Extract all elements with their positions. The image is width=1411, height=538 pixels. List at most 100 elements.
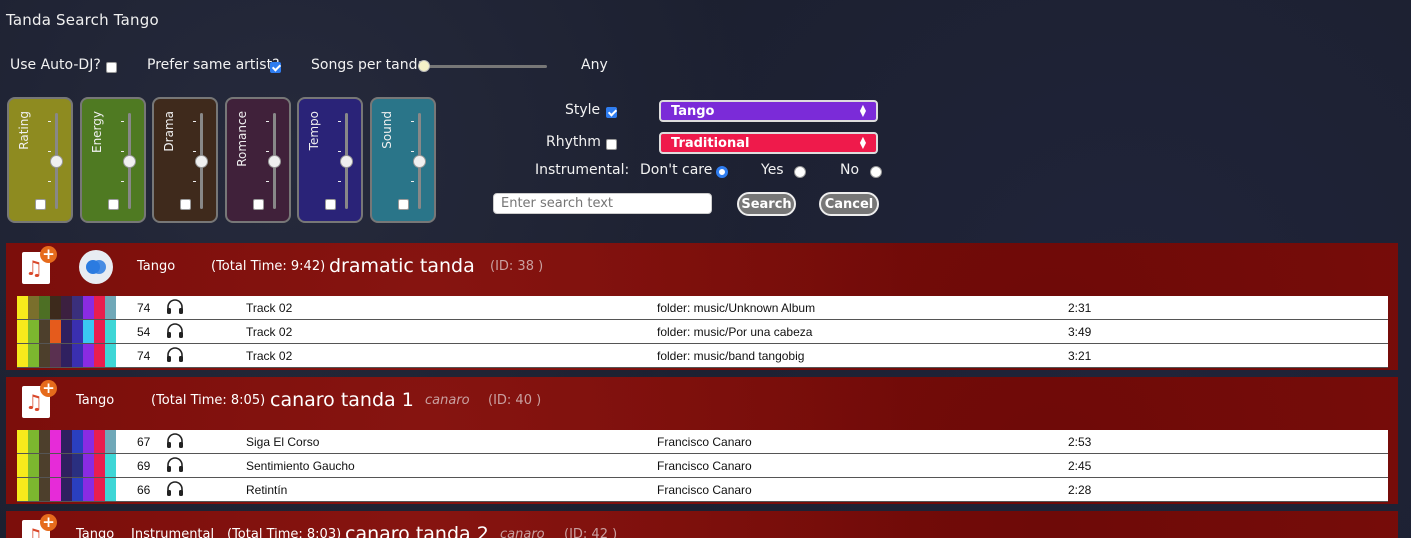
track-artist: Francisco Canaro	[657, 483, 752, 497]
instrumental-radio-yes[interactable]	[794, 166, 806, 178]
track-artist: folder: music/Por una cabeza	[657, 325, 813, 339]
mood-swatch	[50, 454, 61, 477]
slider-tick	[48, 151, 51, 152]
mood-slider-handle[interactable]	[267, 155, 281, 168]
mood-card-checkbox[interactable]	[397, 199, 409, 210]
mood-card-checkbox[interactable]	[252, 199, 264, 210]
headphones-icon[interactable]	[166, 347, 184, 363]
mood-slider-handle[interactable]	[412, 155, 426, 168]
track-duration: 2:53	[1068, 435, 1092, 449]
rhythm-label: Rhythm	[546, 134, 601, 150]
mood-swatch	[105, 454, 116, 477]
slider-tick	[338, 181, 341, 182]
instrumental-radio-no[interactable]	[870, 166, 882, 178]
mood-swatch	[94, 478, 105, 501]
rhythm-select-value: Traditional	[671, 135, 750, 151]
tanda-id: (ID: 40 )	[488, 393, 542, 408]
track-rating: 66	[137, 483, 151, 497]
tanda-name[interactable]: canaro tanda 2	[345, 523, 489, 538]
headphones-icon[interactable]	[166, 481, 184, 497]
mood-card-label: Drama	[162, 111, 176, 152]
mood-swatch	[105, 296, 116, 319]
search-input[interactable]	[493, 193, 712, 214]
prefer-artist-checkbox[interactable]	[270, 62, 281, 73]
cancel-button[interactable]: Cancel	[819, 192, 879, 216]
mood-swatch	[17, 430, 28, 453]
mood-swatch	[72, 454, 83, 477]
mood-swatch	[72, 344, 83, 367]
tanda-style: Tango	[137, 259, 176, 274]
slider-tick	[48, 121, 51, 122]
mood-swatch	[28, 478, 39, 501]
mood-swatch	[94, 296, 105, 319]
mood-swatch	[72, 430, 83, 453]
track-row[interactable]: 54 Track 02 folder: music/Por una cabeza 3:…	[17, 320, 1388, 344]
auto-dj-checkbox[interactable]	[106, 62, 117, 73]
mood-card-checkbox[interactable]	[180, 199, 191, 210]
merge-icon[interactable]	[79, 250, 113, 284]
slider-tick	[410, 181, 414, 182]
add-tanda-icon[interactable]	[22, 246, 57, 284]
songs-per-tanda-value: Any	[581, 57, 608, 73]
mood-card-checkbox[interactable]	[35, 199, 46, 210]
track-row[interactable]: 74 Track 02 folder: music/Unknown Album 2:3…	[17, 296, 1388, 320]
slider-tick	[410, 151, 414, 152]
search-button[interactable]: Search	[737, 192, 796, 216]
tanda-total-time: (Total Time: 8:03)	[227, 527, 342, 538]
mood-card-label: Sound	[379, 111, 394, 149]
mood-card-energy: Energy	[79, 97, 146, 223]
tanda-id: (ID: 38 )	[490, 259, 544, 274]
tanda-name[interactable]: dramatic tanda	[329, 255, 475, 277]
slider-tick	[265, 151, 269, 152]
mood-slider-handle[interactable]	[50, 155, 63, 168]
style-select[interactable]: Tango ▲ ▼	[659, 100, 878, 122]
slider-tick	[48, 181, 51, 182]
mood-card-checkbox[interactable]	[325, 199, 336, 210]
mood-swatch	[61, 296, 72, 319]
add-tanda-icon[interactable]	[22, 514, 57, 538]
track-row[interactable]: 74 Track 02 folder: music/band tangobig 3:2…	[17, 344, 1388, 368]
prefer-artist-label: Prefer same artist?	[147, 57, 280, 73]
add-tanda-icon[interactable]	[22, 380, 57, 418]
slider-tick	[410, 121, 414, 122]
slider-tick	[338, 121, 341, 122]
track-row[interactable]: 66 Retintín Francisco Canaro 2:28	[17, 478, 1388, 502]
slider-tick	[193, 121, 196, 122]
mood-slider-handle[interactable]	[195, 155, 208, 168]
mood-swatch	[105, 320, 116, 343]
tanda-name[interactable]: canaro tanda 1	[270, 389, 414, 411]
mood-swatch	[72, 320, 83, 343]
rhythm-checkbox[interactable]	[606, 139, 617, 150]
mood-slider-handle[interactable]	[122, 155, 136, 168]
style-checkbox[interactable]	[606, 107, 617, 118]
track-row[interactable]: 69 Sentimiento Gaucho Francisco Canaro 2:45	[17, 454, 1388, 478]
mood-swatch	[39, 320, 50, 343]
mood-swatch	[50, 478, 61, 501]
instrumental-radio-dont-care[interactable]	[716, 166, 728, 178]
track-rating: 74	[137, 301, 151, 315]
track-duration: 2:31	[1068, 301, 1092, 315]
track-duration: 2:45	[1068, 459, 1092, 473]
songs-per-tanda-slider-handle[interactable]	[418, 60, 430, 72]
headphones-icon[interactable]	[166, 299, 184, 315]
mood-swatch	[17, 454, 28, 477]
tanda-style: Tango	[76, 393, 115, 408]
mood-card-drama: Drama	[152, 97, 218, 223]
rhythm-select[interactable]: Traditional ▲ ▼	[659, 132, 878, 154]
headphones-icon[interactable]	[166, 433, 184, 449]
slider-tick	[120, 151, 124, 152]
track-rating: 67	[137, 435, 151, 449]
songs-per-tanda-slider[interactable]	[422, 65, 547, 68]
slider-tick	[265, 181, 269, 182]
mood-card-rating: Rating	[7, 97, 73, 223]
mood-swatch	[39, 344, 50, 367]
mood-card-checkbox[interactable]	[107, 199, 119, 210]
headphones-icon[interactable]	[166, 457, 184, 473]
slider-tick	[193, 181, 196, 182]
mood-swatch	[72, 296, 83, 319]
mood-card-label: Rating	[17, 111, 31, 150]
headphones-icon[interactable]	[166, 323, 184, 339]
track-row[interactable]: 67 Siga El Corso Francisco Canaro 2:53	[17, 430, 1388, 454]
mood-slider-handle[interactable]	[340, 155, 353, 168]
mood-swatch	[61, 344, 72, 367]
